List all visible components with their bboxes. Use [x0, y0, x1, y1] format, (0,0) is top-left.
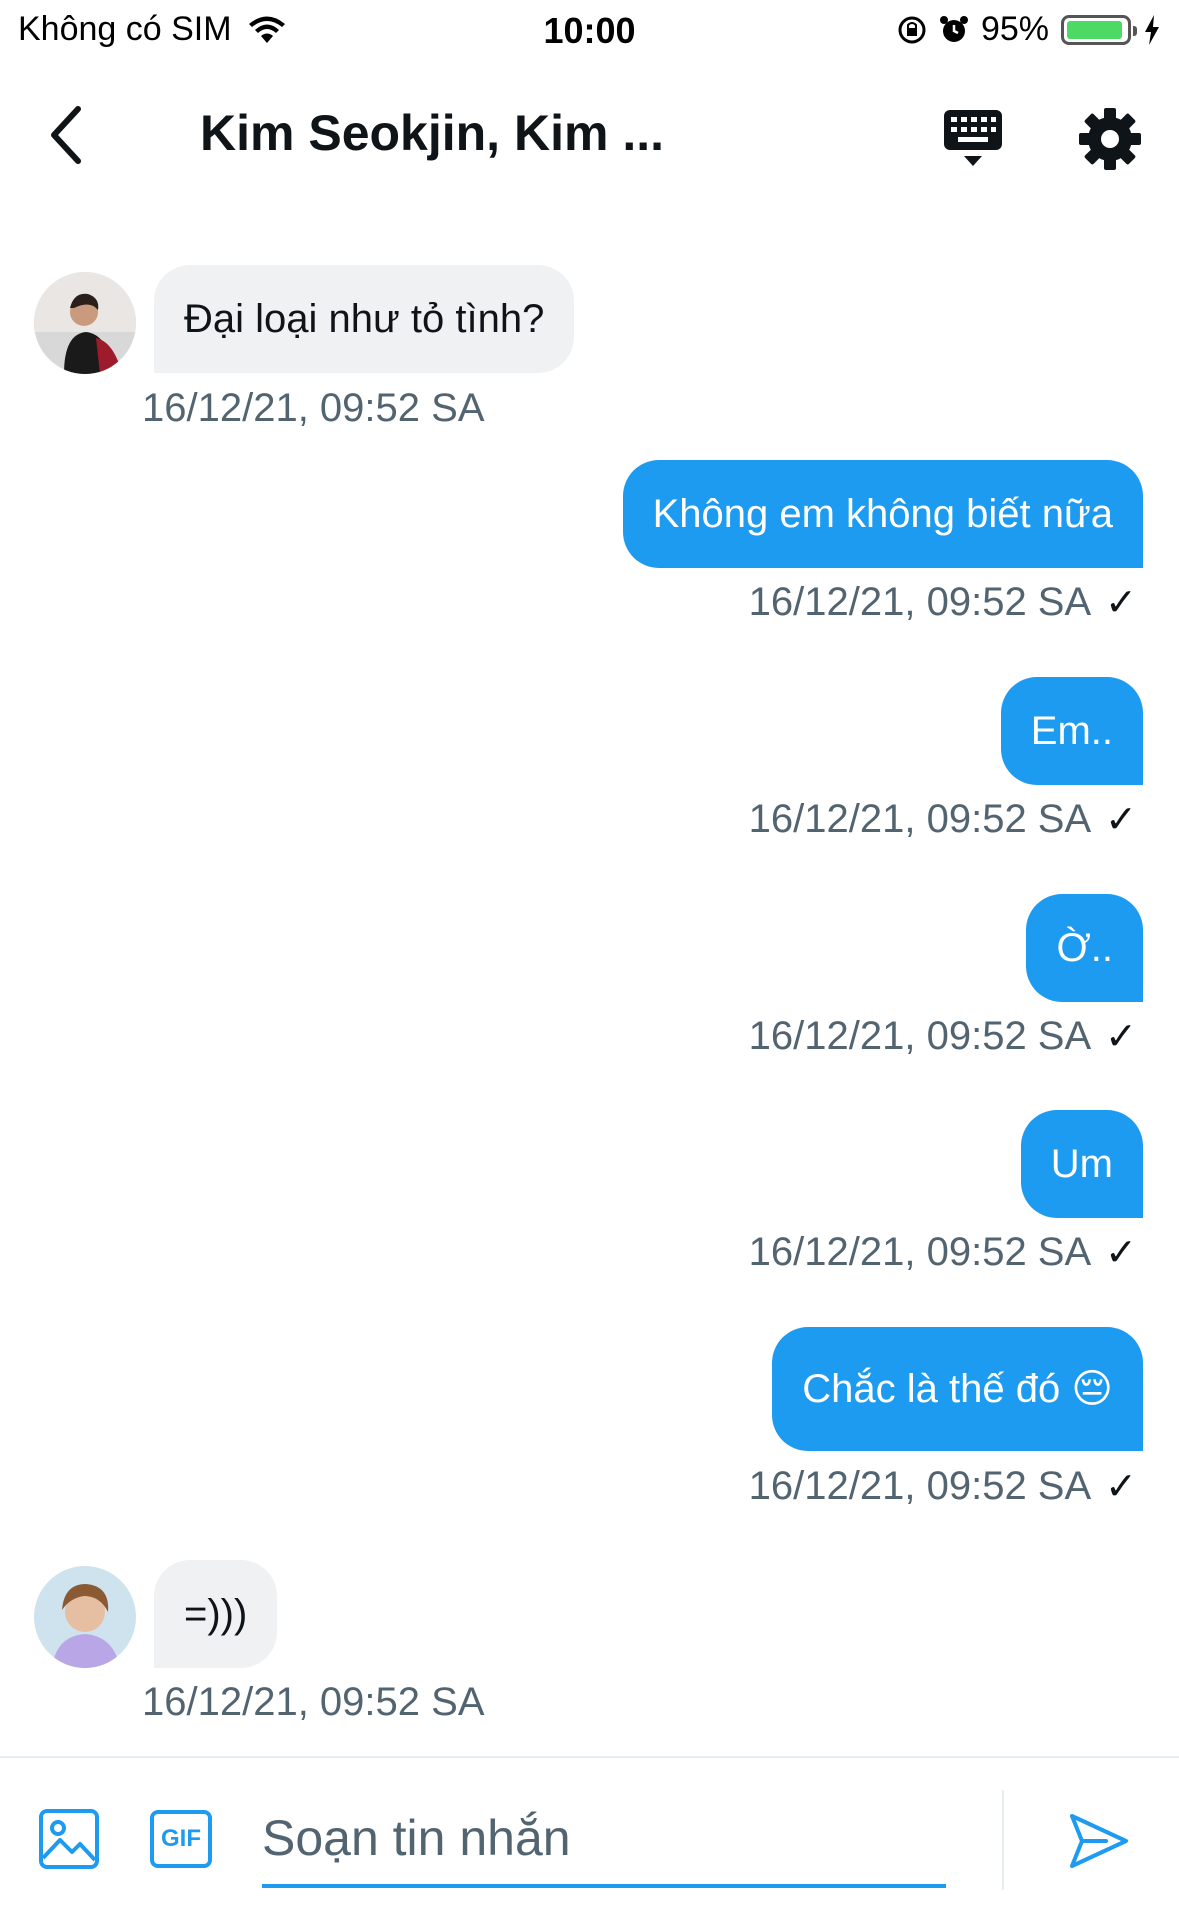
battery-icon [1061, 14, 1137, 45]
message-text: Không em không biết nữa [652, 491, 1113, 536]
message-meta: 16/12/21, 09:52 SA ✓ [749, 1014, 1137, 1059]
gif-label: GIF [161, 1825, 201, 1852]
keyboard-icon [944, 110, 1002, 166]
message-input[interactable] [262, 1792, 946, 1888]
message-timestamp: 16/12/21, 09:52 SA [748, 797, 1092, 841]
sent-check-icon: ✓ [1105, 1016, 1137, 1058]
conversation-header: Kim Seokjin, Kim ... [0, 80, 1179, 195]
chevron-left-icon [51, 106, 81, 164]
avatar[interactable] [34, 1566, 136, 1668]
message-text: Ờ.. [1056, 925, 1113, 970]
message-bubble-outgoing[interactable]: Ờ.. [1026, 894, 1143, 1002]
message-bubble-incoming[interactable]: Đại loại như tỏ tình? [154, 265, 575, 373]
image-icon [39, 1809, 99, 1869]
settings-button[interactable] [1075, 104, 1145, 174]
gif-button[interactable]: GIF [150, 1810, 212, 1868]
message-timestamp: 16/12/21, 09:52 SA [748, 1014, 1092, 1058]
carrier-label: Không có SIM [18, 10, 232, 48]
message-bubble-outgoing[interactable]: Chắc là thế đó 😔 [772, 1327, 1143, 1451]
back-button[interactable] [36, 100, 96, 170]
wifi-icon [248, 16, 285, 43]
message-timestamp: 16/12/21, 09:52 SA [748, 1230, 1092, 1274]
avatar-photo [34, 1566, 136, 1668]
message-timestamp: 16/12/21, 09:52 SA [142, 1680, 485, 1724]
message-timestamp: 16/12/21, 09:52 SA [748, 580, 1092, 624]
conversation-title[interactable]: Kim Seokjin, Kim ... [200, 104, 664, 162]
message-timestamp: 16/12/21, 09:52 SA [142, 386, 485, 430]
keyboard-button[interactable] [938, 104, 1008, 174]
add-image-button[interactable] [38, 1808, 100, 1870]
message-bubble-outgoing[interactable]: Em.. [1000, 677, 1143, 785]
message-text: Chắc là thế đó 😔 [802, 1367, 1113, 1411]
message-bubble-incoming[interactable]: =))) [154, 1560, 278, 1668]
message-text: =))) [184, 1591, 248, 1636]
orientation-lock-icon [898, 16, 926, 43]
message-composer: GIF [0, 1756, 1179, 1920]
alarm-icon [939, 15, 968, 42]
avatar[interactable] [34, 272, 136, 374]
message-text: Um [1050, 1141, 1113, 1186]
status-left: Không có SIM [18, 10, 286, 49]
send-button[interactable] [1066, 1808, 1132, 1874]
sent-check-icon: ✓ [1105, 799, 1137, 841]
status-right: 95% [897, 10, 1161, 49]
message-timestamp: 16/12/21, 09:52 SA [748, 1464, 1092, 1508]
message-bubble-outgoing[interactable]: Không em không biết nữa [622, 460, 1143, 568]
composer-divider [1002, 1790, 1004, 1890]
message-meta: 16/12/21, 09:52 SA ✓ [749, 580, 1137, 625]
message-text: Đại loại như tỏ tình? [184, 296, 545, 341]
send-icon [1070, 1814, 1128, 1868]
sent-check-icon: ✓ [1105, 582, 1137, 624]
status-bar: Không có SIM 10:00 95% [0, 0, 1179, 60]
message-meta: 16/12/21, 09:52 SA ✓ [749, 1230, 1137, 1275]
message-meta: 16/12/21, 09:52 SA ✓ [749, 1464, 1137, 1509]
sent-check-icon: ✓ [1105, 1232, 1137, 1274]
message-text: Em.. [1030, 708, 1113, 753]
sent-check-icon: ✓ [1105, 1466, 1137, 1508]
message-bubble-outgoing[interactable]: Um [1020, 1110, 1143, 1218]
message-meta: 16/12/21, 09:52 SA ✓ [749, 797, 1137, 842]
battery-percent: 95% [980, 10, 1049, 48]
avatar-photo [34, 272, 136, 374]
gear-icon [1079, 108, 1141, 170]
charging-bolt-icon [1145, 14, 1159, 45]
battery-fill [1067, 20, 1123, 39]
